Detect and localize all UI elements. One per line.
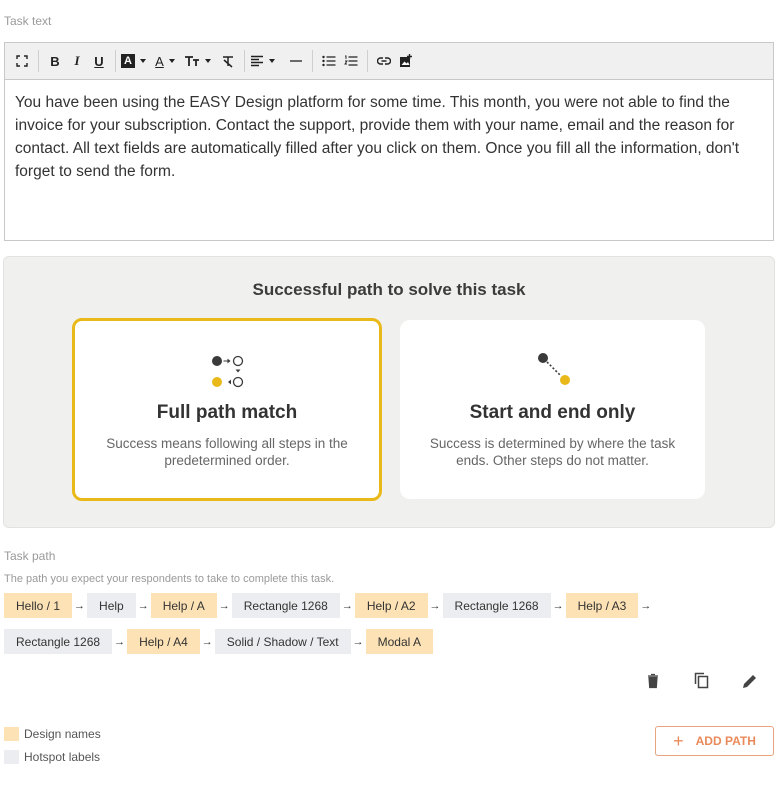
arrow-right-icon: → [218,599,230,612]
toolbar-divider [115,50,116,72]
path-step: Rectangle 1268 [4,629,113,654]
task-text-content[interactable]: You have been using the EASY Design plat… [5,80,773,194]
task-path-hint: The path you expect your respondents to … [4,573,335,585]
bullet-list-icon [322,55,336,67]
numbered-list-button[interactable] [340,49,362,73]
toolbar-divider [312,50,313,72]
bullet-list-button[interactable] [318,49,340,73]
font-color-icon: A [155,53,164,69]
underline-button[interactable]: U [88,49,110,73]
horizontal-rule-button[interactable] [285,49,307,73]
path-step: Solid / Shadow / Text [214,629,351,654]
fullscreen-icon[interactable] [11,49,33,73]
task-path-row-1: Hello / 1 → Help → Help / A → Rectangle … [4,593,653,618]
toolbar-divider [367,50,368,72]
link-icon [377,57,391,65]
design-names-legend: Design names [24,727,101,741]
editor-toolbar: B I U A A [5,43,773,80]
arrow-right-icon: → [640,599,652,612]
arrow-right-icon: → [352,635,364,648]
hotspot-labels-legend: Hotspot labels [24,750,101,764]
align-button[interactable] [250,49,275,73]
clear-format-icon [223,55,233,68]
toolbar-divider [38,50,39,72]
design-names-swatch [4,727,19,741]
start-end-icon [537,353,570,385]
toolbar-divider [244,50,245,72]
arrow-right-icon: → [137,599,149,612]
italic-button[interactable]: I [66,49,88,73]
background-color-button[interactable]: A [121,49,146,73]
full-path-icon [212,355,244,388]
path-step: Modal A [365,629,433,654]
start-and-end-only-description: Success is determined by where the task … [429,436,676,468]
insert-image-button[interactable] [395,49,417,73]
full-path-match-description: Success means following all steps in the… [106,436,348,468]
arrow-right-icon: → [429,599,441,612]
full-path-match-card[interactable]: Full path match Success means following … [72,318,382,501]
align-left-icon [251,55,263,67]
path-step: Rectangle 1268 [442,593,551,618]
path-step: Help / A2 [354,593,428,618]
task-text-label: Task text [4,14,52,28]
path-step: Help / A3 [565,593,639,618]
pencil-icon[interactable] [740,671,760,691]
bold-button[interactable]: B [44,49,66,73]
clear-format-button[interactable] [217,49,239,73]
success-path-title: Successful path to solve this task [252,280,526,299]
arrow-right-icon: → [114,635,126,648]
start-and-end-only-title: Start and end only [469,402,636,423]
insert-image-icon [400,54,412,67]
arrow-right-icon: → [74,599,86,612]
task-path-row-2: Rectangle 1268 → Help / A4 → Solid / Sha… [4,629,433,654]
trash-icon[interactable] [643,671,663,691]
path-step: Help [87,593,136,618]
task-text-editor[interactable]: B I U A A You have been using the EASY D… [4,42,774,241]
full-path-match-title: Full path match [156,402,298,423]
path-step: Help / A [150,593,217,618]
link-button[interactable] [373,49,395,73]
font-size-icon [185,56,199,66]
background-color-icon: A [121,54,135,68]
task-path-label: Task path [4,549,56,563]
add-path-button[interactable]: + ADD PATH [655,726,774,756]
add-path-label: ADD PATH [695,734,756,748]
copy-icon[interactable] [692,671,712,691]
font-size-button[interactable] [184,49,211,73]
plus-icon: + [673,731,684,751]
success-path-panel: Successful path to solve this task Full … [3,256,775,528]
arrow-right-icon: → [552,599,564,612]
numbered-list-icon [344,55,358,66]
path-step: Hello / 1 [4,593,73,618]
path-step: Rectangle 1268 [231,593,340,618]
hotspot-labels-swatch [4,750,19,764]
arrow-right-icon: → [341,599,353,612]
start-and-end-only-card[interactable]: Start and end only Success is determined… [400,320,705,499]
arrow-right-icon: → [201,635,213,648]
font-color-button[interactable]: A [154,49,176,73]
path-step: Help / A4 [127,629,200,654]
horizontal-rule-icon [290,60,302,62]
